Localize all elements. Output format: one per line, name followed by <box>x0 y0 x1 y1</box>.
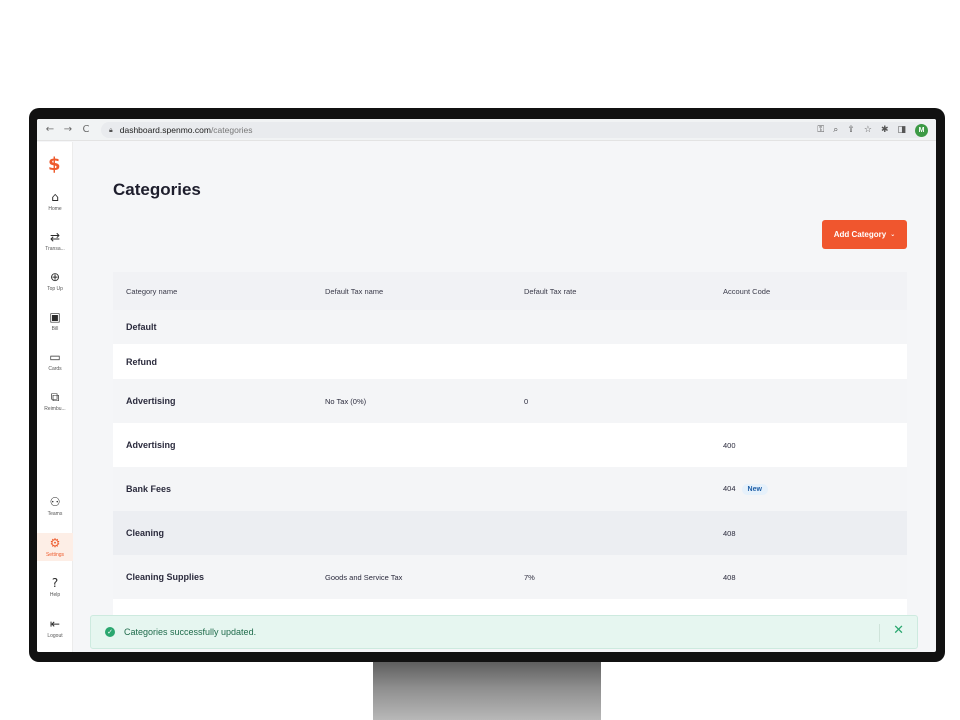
logout-icon: ⇤ <box>49 617 61 631</box>
account-code: 400 <box>723 440 736 450</box>
transactions-icon: ⇄ <box>49 230 61 244</box>
sidebar-item-transactions[interactable]: ⇄ Transa... <box>37 230 73 252</box>
check-circle-icon: ✓ <box>105 627 115 637</box>
success-toast: ✓ Categories successfully updated. ✕ <box>90 615 918 649</box>
profile-avatar[interactable]: M <box>915 123 928 137</box>
table-row[interactable]: Bank Fees 404 New <box>113 467 907 511</box>
back-icon[interactable]: ← <box>41 124 59 135</box>
settings-icon: ⚙ <box>49 536 61 550</box>
account-code: 408 <box>723 572 736 582</box>
category-name: Advertising <box>126 440 176 450</box>
tax-name: No Tax (0%) <box>325 396 367 406</box>
url-path: /categories <box>210 125 253 135</box>
zoom-icon[interactable]: ⌕ <box>833 125 838 135</box>
sidebar-item-label: Teams <box>47 511 63 517</box>
extensions-icon[interactable]: ✱ <box>881 125 889 135</box>
column-header[interactable]: Account Code <box>710 287 907 296</box>
table-row[interactable]: Advertising No Tax (0%) 0 <box>113 379 907 423</box>
browser-actions: ⚿ ⌕ ⇪ ☆ ✱ ◨ M <box>817 122 928 138</box>
table-row[interactable]: Default <box>113 310 907 344</box>
category-name: Cleaning Supplies <box>126 572 205 582</box>
reload-icon[interactable]: C <box>77 124 95 135</box>
column-header[interactable]: Category name <box>113 287 312 296</box>
table-row[interactable]: Cleaning Supplies Goods and Service Tax … <box>113 555 907 599</box>
tax-rate: 0 <box>524 396 529 406</box>
sidebar-item-reimbursements[interactable]: ⧉ Reimbu... <box>37 390 73 412</box>
chevron-down-icon: ⌄ <box>890 231 896 238</box>
key-icon[interactable]: ⚿ <box>817 125 824 135</box>
tax-rate: 7% <box>524 572 535 582</box>
sidebar-item-label: Cards <box>48 366 62 372</box>
column-header[interactable]: Default Tax rate <box>511 287 710 296</box>
lock-icon: 🔒︎ <box>109 125 113 134</box>
screen: ← → C 🔒︎ dashboard.spenmo.com/categories… <box>37 119 936 652</box>
sidebar-item-settings[interactable]: ⚙ Settings <box>37 533 73 561</box>
toast-message: Categories successfully updated. <box>124 627 257 637</box>
table-row[interactable]: Advertising 400 <box>113 423 907 467</box>
sidebar-item-logout[interactable]: ⇤ Logout <box>37 617 73 639</box>
toast-divider <box>879 624 880 642</box>
category-name: Default <box>126 322 157 332</box>
category-name: Bank Fees <box>126 484 172 494</box>
sidebar: $ ⌂ Home ⇄ Transa... ⊕ Top Up ▣ Bill ▭ C… <box>37 142 73 652</box>
card-icon: ▭ <box>49 350 61 364</box>
url-host: dashboard.spenmo.com <box>119 125 211 135</box>
sidebar-item-label: Bill <box>51 326 59 332</box>
spenmo-logo[interactable]: $ <box>48 154 61 175</box>
sidebar-item-label: Help <box>49 592 61 598</box>
sidebar-item-bill[interactable]: ▣ Bill <box>37 310 73 332</box>
sidebar-item-cards[interactable]: ▭ Cards <box>37 350 73 372</box>
star-icon[interactable]: ☆ <box>864 125 872 135</box>
add-category-button[interactable]: Add Category ⌄ <box>822 220 907 249</box>
table-row[interactable]: Cleaning 408 <box>113 511 907 555</box>
sidebar-item-top-up[interactable]: ⊕ Top Up <box>37 270 73 292</box>
sidebar-item-teams[interactable]: ⚇ Teams <box>37 495 73 517</box>
sidebar-item-label: Transa... <box>45 246 65 252</box>
category-name: Refund <box>126 356 157 367</box>
bill-icon: ▣ <box>49 310 61 324</box>
tax-name: Goods and Service Tax <box>325 572 403 582</box>
account-code: 404 New <box>710 483 907 495</box>
sidepanel-icon[interactable]: ◨ <box>897 125 906 135</box>
category-name: Advertising <box>126 396 176 406</box>
share-icon[interactable]: ⇪ <box>847 125 855 135</box>
browser-toolbar: ← → C 🔒︎ dashboard.spenmo.com/categories… <box>37 119 936 141</box>
categories-table: Category name Default Tax name Default T… <box>113 272 907 619</box>
teams-icon: ⚇ <box>49 495 61 509</box>
table-row[interactable]: Refund <box>113 344 907 379</box>
main-content: Categories Add Category ⌄ Category name … <box>73 142 936 652</box>
sidebar-item-help[interactable]: ? Help <box>37 576 73 598</box>
sidebar-item-label: Top Up <box>47 286 63 292</box>
sidebar-item-label: Reimbu... <box>44 406 66 412</box>
table-header: Category name Default Tax name Default T… <box>113 272 907 310</box>
address-bar[interactable]: 🔒︎ dashboard.spenmo.com/categories <box>101 122 925 138</box>
sidebar-item-label: Settings <box>45 552 65 558</box>
account-code-value: 404 <box>723 483 736 493</box>
new-badge: New <box>741 483 768 495</box>
home-icon: ⌂ <box>51 190 59 204</box>
column-header[interactable]: Default Tax name <box>312 287 511 296</box>
sidebar-item-home[interactable]: ⌂ Home <box>37 190 73 212</box>
help-icon: ? <box>51 576 59 590</box>
page-title: Categories <box>113 180 201 199</box>
close-icon[interactable]: ✕ <box>893 623 904 638</box>
category-name: Cleaning <box>126 528 165 538</box>
sidebar-item-label: Home <box>48 206 62 212</box>
monitor-stand <box>373 660 601 720</box>
top-up-icon: ⊕ <box>49 270 61 284</box>
forward-icon[interactable]: → <box>59 124 77 135</box>
sidebar-item-label: Logout <box>47 633 63 639</box>
add-category-label: Add Category <box>833 230 887 239</box>
account-code: 408 <box>723 528 736 538</box>
reimbursement-icon: ⧉ <box>50 390 60 404</box>
